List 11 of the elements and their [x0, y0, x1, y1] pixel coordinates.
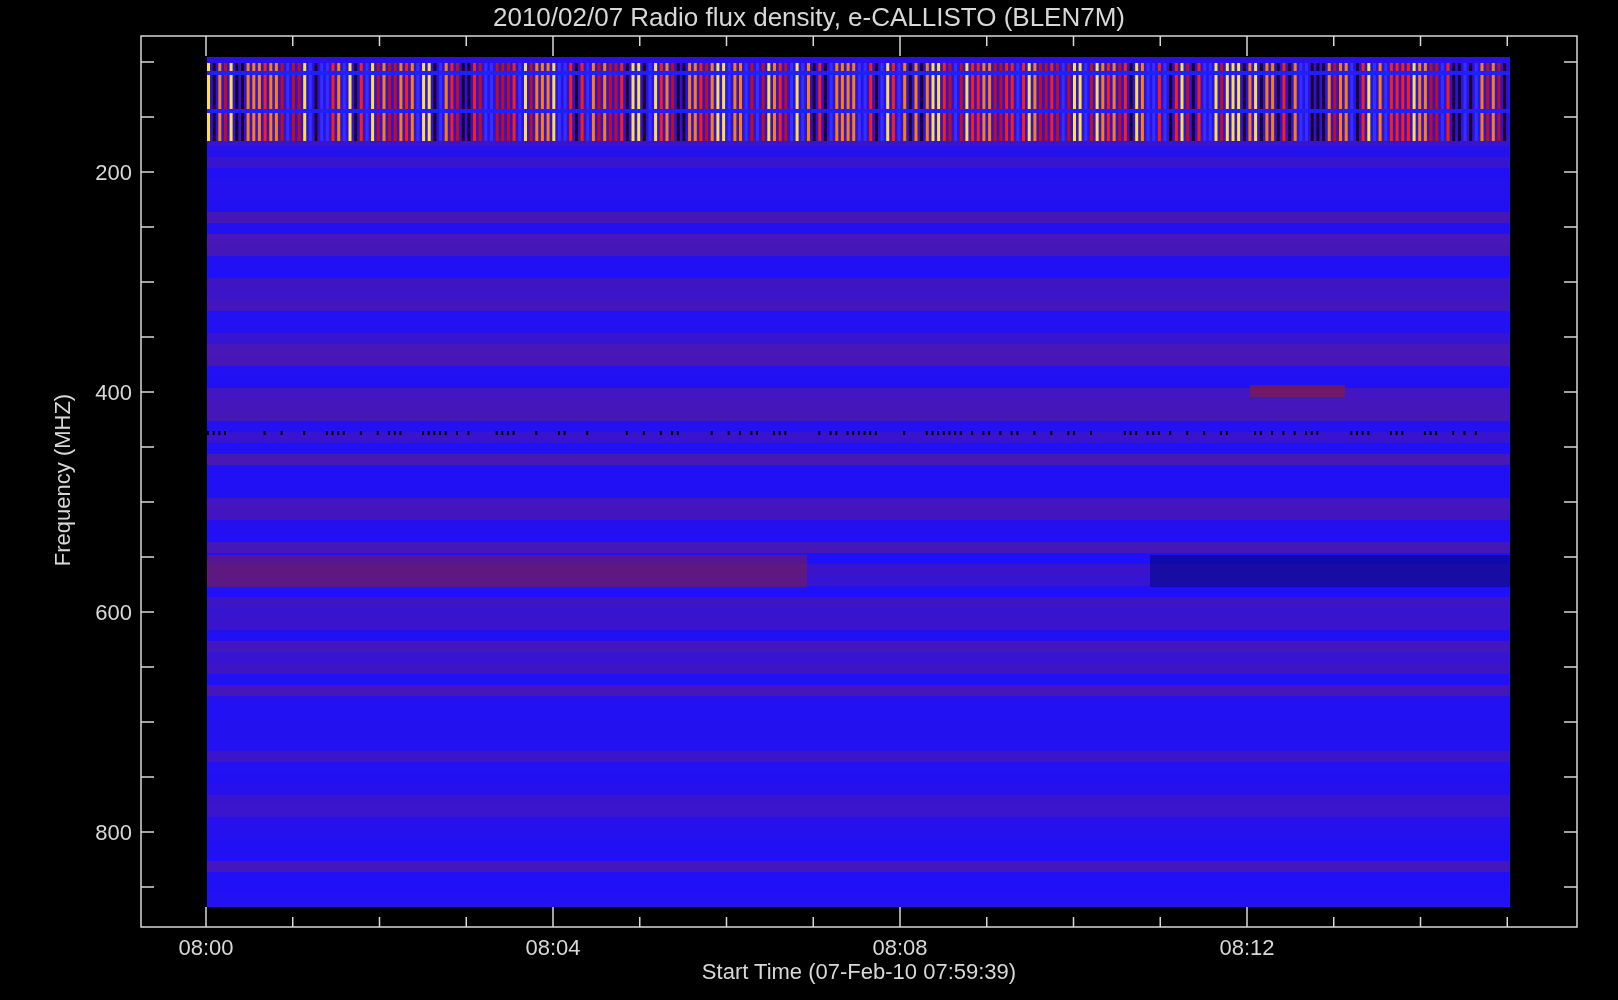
y-axis-label: Frequency (MHZ)	[50, 393, 75, 567]
x-tick-label: 08:04	[525, 935, 581, 960]
y-tick-label: 600	[95, 600, 132, 625]
y-tick-label: 200	[95, 160, 132, 185]
y-tick-label: 400	[95, 380, 132, 405]
x-tick-label: 08:12	[1219, 935, 1275, 960]
chart-title: 2010/02/07 Radio flux density, e-CALLISTO (BLEN7M)	[493, 2, 1125, 32]
y-tick-label: 800	[95, 820, 132, 845]
x-axis-label: Start Time (07-Feb-10 07:59:39)	[701, 959, 1017, 984]
x-tick-label: 08:00	[178, 935, 234, 960]
x-tick-label: 08:08	[872, 935, 928, 960]
